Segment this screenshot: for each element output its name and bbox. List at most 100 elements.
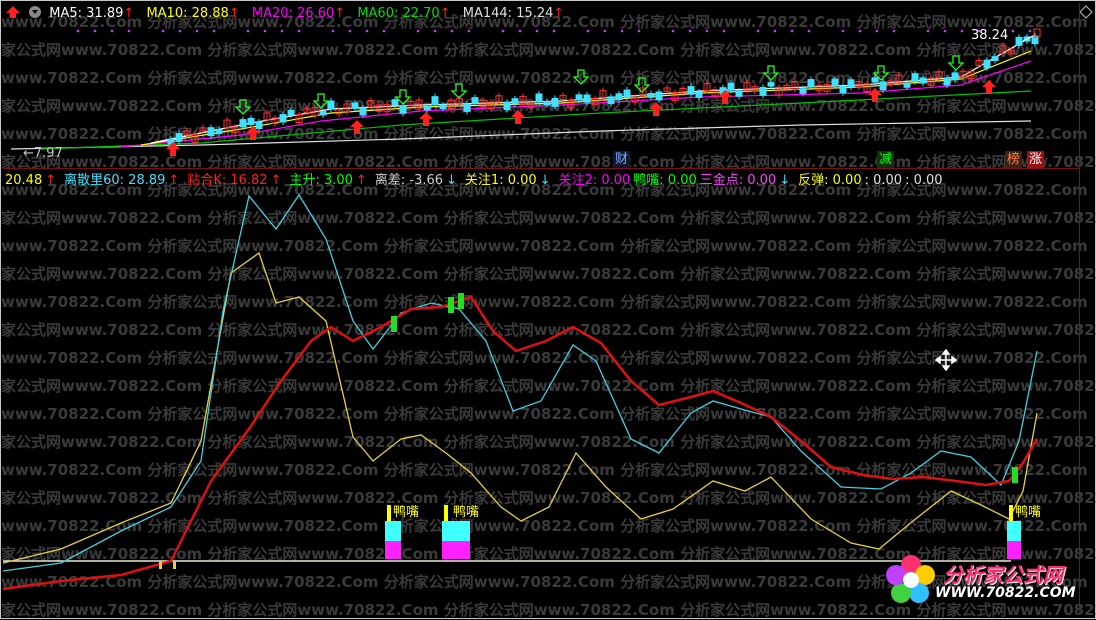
signal-dot <box>467 29 471 33</box>
candle-body <box>687 86 695 95</box>
candle-body <box>423 106 431 111</box>
signal-dot <box>450 29 454 33</box>
pane-divider[interactable] <box>3 168 1079 169</box>
signal-dot <box>960 29 964 33</box>
indicator-header: 20.48 ↑ 离散里60: 28.89 ↑ 粘合K: 16.82 ↑ 主升: 3.00 ↑ 离… <box>5 171 946 191</box>
signal-dot <box>807 29 811 33</box>
candle-body <box>695 91 703 98</box>
indicator-item: ↑ <box>270 173 282 188</box>
candle-body <box>511 98 519 105</box>
indicator-item: ↑ <box>168 173 180 188</box>
event-tag-rank[interactable]: 榜 <box>1005 151 1023 168</box>
vertical-scrollbar[interactable] <box>1079 3 1093 615</box>
attention-bar <box>444 505 448 521</box>
candle-body <box>551 97 559 107</box>
candle-body <box>471 97 479 104</box>
buy-arrow-icon <box>982 80 996 94</box>
chart-window: 分析家公式网www.70822.Com 分析家公式网www.70822.Com … <box>0 0 1096 619</box>
main-rise-mark <box>391 316 397 332</box>
signal-dot <box>382 29 386 33</box>
signal-dot <box>637 29 641 33</box>
signal-dot <box>892 29 896 33</box>
candle-body <box>727 82 735 91</box>
buy-arrow-icon <box>649 102 663 116</box>
signal-dot <box>416 29 420 33</box>
sell-arrow-icon <box>234 99 252 115</box>
candle-body <box>503 101 511 111</box>
indicator-item: ↓ <box>446 173 457 188</box>
candle-body <box>391 99 399 106</box>
signal-dot <box>1011 29 1015 33</box>
indicator-item: 离差: -3.66 <box>374 173 444 188</box>
signal-dot <box>943 29 947 33</box>
event-tag-limit-up[interactable]: 涨 <box>1027 151 1045 168</box>
signal-dot <box>433 29 437 33</box>
candle-body <box>919 77 927 84</box>
indicator-item: ↑ <box>45 173 57 188</box>
signal-dot <box>280 29 284 33</box>
signal-dot <box>93 29 97 33</box>
candle-body <box>255 121 263 130</box>
signal-dot <box>518 29 522 33</box>
candle-body <box>879 81 887 91</box>
indicator-item: 反弹: 0.00 <box>798 173 862 188</box>
candle-body <box>903 82 911 88</box>
three-gold-bar <box>442 541 470 559</box>
candle-body <box>279 114 287 123</box>
candle-body <box>943 77 951 86</box>
candle-body <box>535 93 543 103</box>
indicator-item: 关注1: 0.00 <box>464 173 537 188</box>
candle-body <box>831 78 839 87</box>
indicator-item: ↓ <box>539 173 551 188</box>
candle-body <box>247 117 255 125</box>
signal-dot <box>790 29 794 33</box>
candle-body <box>319 111 327 116</box>
signal-dot <box>756 29 760 33</box>
event-tag-finance[interactable]: 财 <box>613 151 631 168</box>
candle-body <box>463 103 471 112</box>
duckbill-bar <box>442 521 470 541</box>
indicator-item: 三金点: 0.00 <box>699 173 777 188</box>
price-chart[interactable] <box>1 21 1081 167</box>
indicator-item: : 0.00 <box>905 173 943 188</box>
indicator-item: 20.48 <box>5 173 43 188</box>
signal-dot <box>705 29 709 33</box>
settings-circle-icon[interactable] <box>27 5 43 19</box>
signal-dot <box>586 29 590 33</box>
candle-body <box>431 96 439 106</box>
duckbill-label-3: 鸭嘴 <box>1015 505 1042 520</box>
indicator-item: 主升: 3.00 <box>289 173 353 188</box>
signal-dot <box>535 29 539 33</box>
sell-arrow-icon <box>947 55 965 71</box>
main-rise-mark <box>1012 467 1018 483</box>
candle-body <box>951 72 959 81</box>
signal-dot <box>926 29 930 33</box>
event-tag-reduce[interactable]: 减 <box>877 151 895 168</box>
duckbill-label-2: 鸭嘴 <box>453 505 480 520</box>
signal-dot <box>348 29 352 33</box>
low-mark <box>159 561 162 569</box>
candle-body <box>399 105 407 114</box>
candle-body <box>351 102 359 109</box>
candle-body <box>615 93 623 101</box>
candle-body <box>207 127 215 137</box>
candle-body <box>575 94 583 101</box>
signal-dot <box>263 29 267 33</box>
signal-dot <box>603 29 607 33</box>
main-rise-mark <box>458 293 464 309</box>
signal-dot <box>212 29 216 33</box>
low-mark <box>173 561 176 569</box>
attention-bar <box>1009 505 1013 521</box>
signal-dot <box>365 29 369 33</box>
candle-body <box>871 77 879 83</box>
attention-bar <box>387 505 391 521</box>
candle-body <box>583 94 591 103</box>
candle-body <box>287 109 295 116</box>
buy-arrow-icon <box>350 120 364 134</box>
signal-dot <box>246 29 250 33</box>
indicator-chart[interactable] <box>1 191 1081 611</box>
indicator-item: 粘合K: 16.82 <box>187 173 268 188</box>
duckbill-bar <box>385 521 401 541</box>
logo-name: 分析家公式网 <box>943 563 1063 587</box>
signal-dot <box>875 29 879 33</box>
